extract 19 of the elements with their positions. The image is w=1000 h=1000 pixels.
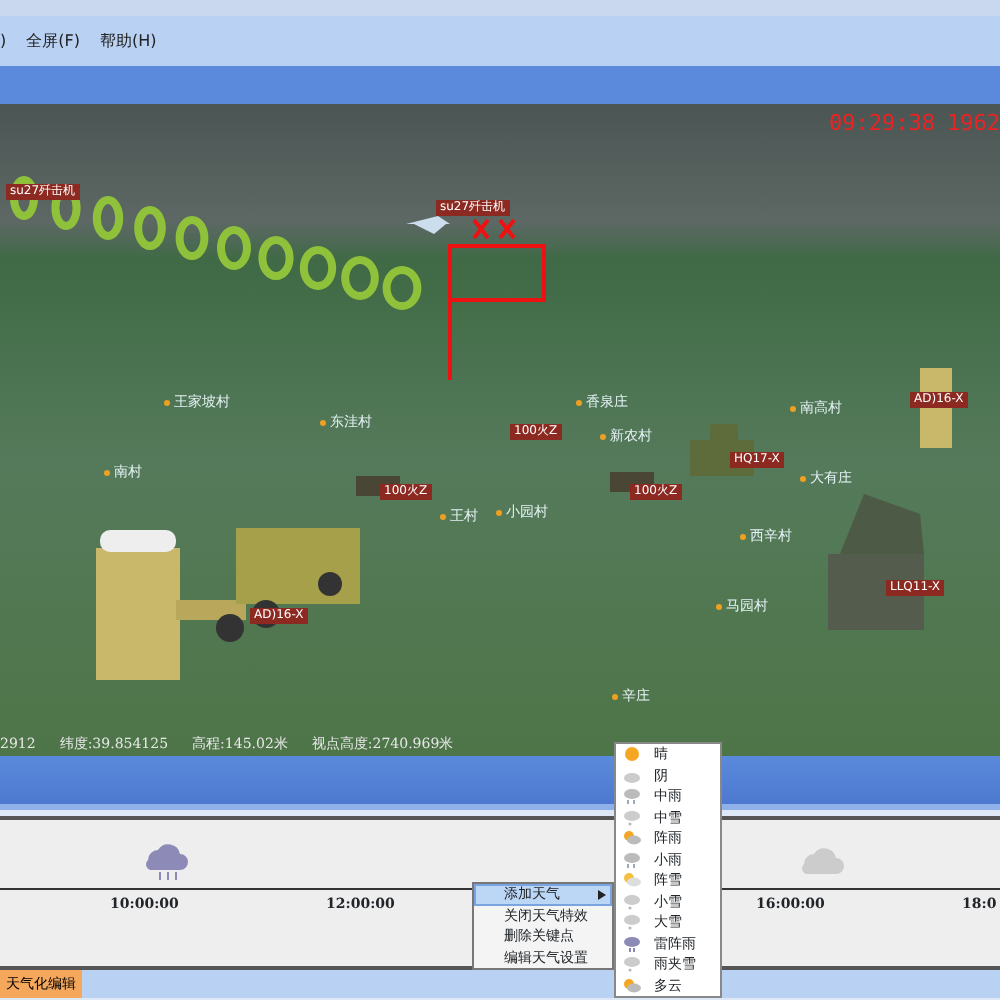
menu-item[interactable]: 全屏(F) bbox=[26, 29, 80, 53]
jet-icon bbox=[406, 216, 450, 234]
rain-cloud-icon bbox=[622, 786, 642, 807]
sun-cloud-icon bbox=[622, 828, 642, 849]
snow-cloud-icon bbox=[622, 891, 642, 912]
menu-item[interactable]: ) bbox=[0, 29, 7, 53]
snow-cloud-icon bbox=[622, 807, 642, 828]
clock-readout: 1962 bbox=[947, 108, 1000, 140]
sun-cloud-icon bbox=[622, 870, 642, 891]
sun-icon bbox=[622, 744, 642, 765]
clock-readout: 09:29:38 bbox=[829, 108, 935, 140]
snow-cloud-icon bbox=[622, 912, 642, 933]
storm-cloud-icon[interactable] bbox=[144, 840, 188, 884]
sun-cloud-icon bbox=[622, 975, 642, 996]
snow-cloud-icon bbox=[622, 954, 642, 975]
storm-cloud-icon bbox=[622, 933, 642, 954]
menu-item[interactable]: 帮助(H) bbox=[99, 29, 157, 53]
submenu-arrow-icon bbox=[598, 889, 606, 900]
rain-cloud-icon bbox=[622, 849, 642, 870]
